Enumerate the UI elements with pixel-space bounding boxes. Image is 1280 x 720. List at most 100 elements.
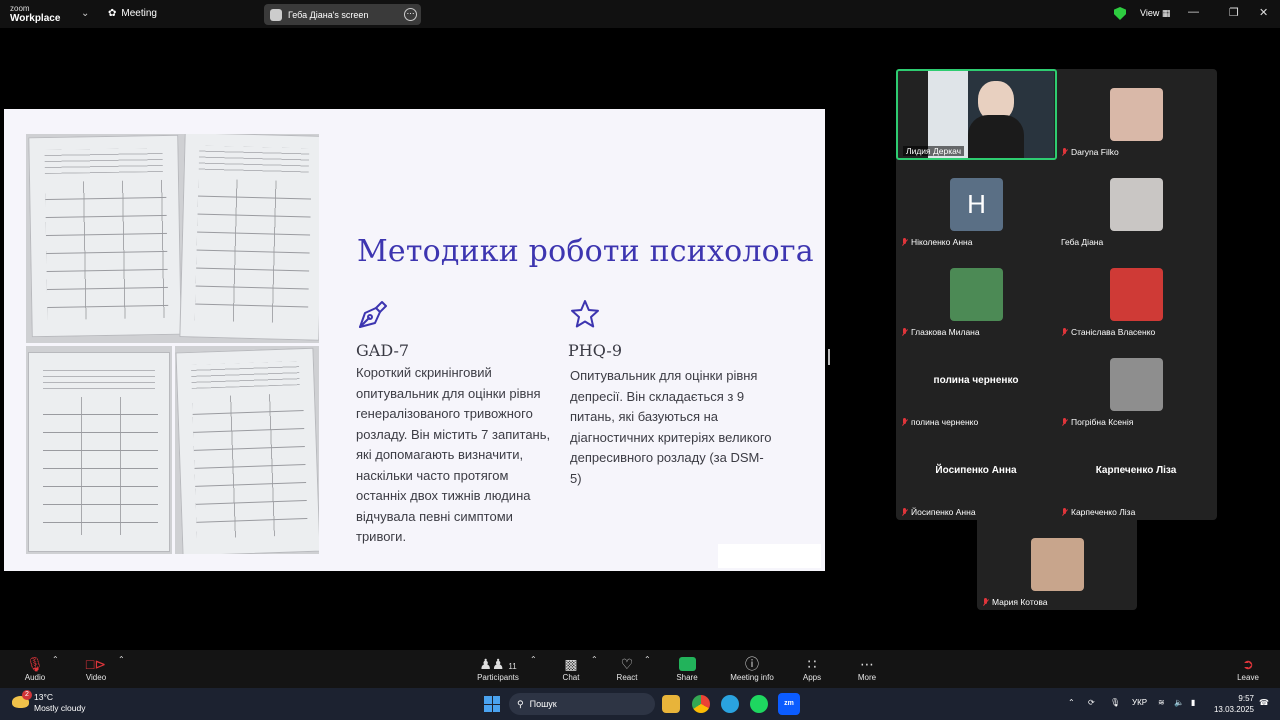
meeting-toolbar: 🎙 Audio ⌃ □⊳ Video ⌃ ♟♟ 11 Participants … — [0, 650, 1280, 688]
zoom-logo: zoom Workplace — [10, 4, 61, 24]
chevron-up-icon[interactable]: ⌃ — [644, 655, 651, 664]
avatar — [1110, 178, 1163, 231]
search-icon: ⚲ — [517, 698, 524, 709]
security-shield-icon[interactable] — [1114, 7, 1126, 20]
weather-condition: Mostly cloudy — [34, 703, 86, 713]
avatar — [1110, 358, 1163, 411]
info-icon: ⓘ — [745, 656, 759, 672]
mic-muted-icon — [1061, 147, 1068, 157]
pen-icon — [359, 301, 387, 328]
participant-tile[interactable]: Станіслава Власенко — [1056, 249, 1216, 339]
participant-display-name: Карпеченко Ліза — [1095, 465, 1177, 476]
split-resize-handle[interactable] — [828, 349, 830, 365]
gad7-heading: GAD-7 — [356, 341, 410, 360]
chevron-up-icon[interactable]: ⌃ — [1068, 698, 1075, 707]
questionnaire-photo-1 — [26, 134, 319, 343]
view-button[interactable]: View ▦ — [1140, 8, 1170, 19]
phq9-heading: PHQ-9 — [568, 341, 623, 360]
participant-name: Карпеченко Ліза — [1071, 507, 1136, 517]
participant-name: Daryna Filko — [1071, 147, 1119, 157]
chevron-up-icon[interactable]: ⌃ — [530, 655, 537, 664]
participant-name: полина черненко — [911, 417, 979, 427]
apps-icon: ∷ — [807, 656, 817, 672]
leave-button[interactable]: ➲ Leave — [1218, 655, 1278, 682]
participant-tile[interactable]: Лидия Деркач — [896, 69, 1057, 160]
avatar — [1110, 268, 1163, 321]
meeting-info-button[interactable]: ⓘ Meeting info — [722, 655, 782, 682]
participant-tile[interactable]: полина черненко полина черненко — [896, 339, 1056, 429]
more-options-icon[interactable]: ⋯ — [404, 8, 417, 21]
gad7-description: Короткий скринінговий опитувальник для о… — [356, 365, 551, 544]
video-button[interactable]: □⊳ Video — [66, 655, 126, 682]
participant-name: Лидия Деркач — [906, 146, 962, 156]
chrome-icon[interactable] — [692, 695, 710, 713]
windows-taskbar: 2 13°C Mostly cloudy ⚲ Пошук zm ⌃ ⟳ 🎙 УК… — [0, 688, 1280, 720]
participant-tile[interactable]: Карпеченко Ліза Карпеченко Ліза — [1056, 429, 1216, 519]
apps-button[interactable]: ∷ Apps — [782, 655, 842, 682]
participant-gallery: Лидия Деркач Daryna Filko Н Ніколенко Ан… — [896, 69, 1217, 520]
mic-muted-icon — [901, 417, 908, 427]
participant-tile[interactable]: Мария Котова — [977, 519, 1137, 610]
questionnaire-photo-3 — [175, 346, 319, 554]
participant-tile[interactable]: Погрібна Ксенія — [1056, 339, 1216, 429]
mic-muted-icon — [901, 507, 908, 517]
shared-screen-slide: Методики роботи психолога GAD-7 Короткий… — [4, 109, 825, 571]
participant-video — [928, 71, 1054, 158]
sync-icon[interactable]: ⟳ — [1088, 698, 1095, 707]
chevron-up-icon[interactable]: ⌃ — [118, 655, 125, 664]
questionnaire-photo-2 — [26, 346, 172, 554]
notification-badge: 2 — [22, 690, 32, 700]
spotify-icon[interactable] — [750, 695, 768, 713]
participant-display-name: полина черненко — [933, 375, 1019, 386]
windows-start-icon[interactable] — [484, 696, 500, 712]
minimize-icon[interactable]: — — [1188, 6, 1199, 18]
participant-name: Геба Діана — [1061, 237, 1104, 247]
screen-owner-avatar — [270, 8, 282, 21]
volume-icon[interactable]: 🔈 — [1174, 698, 1184, 707]
participant-tile[interactable]: Daryna Filko — [1056, 69, 1216, 159]
avatar — [1031, 538, 1084, 591]
participant-tile[interactable]: Йосипенко Анна Йосипенко Анна — [896, 429, 1056, 519]
taskbar-search[interactable]: ⚲ Пошук — [509, 693, 655, 715]
participant-tile[interactable]: Глазкова Милана — [896, 249, 1056, 339]
language-indicator[interactable]: УКР — [1132, 698, 1147, 707]
avatar — [1110, 88, 1163, 141]
more-button[interactable]: ⋯ More — [837, 655, 897, 682]
participant-name: Ніколенко Анна — [911, 237, 973, 247]
mic-muted-icon — [1061, 507, 1068, 517]
participant-display-name: Йосипенко Анна — [935, 465, 1017, 476]
mic-muted-icon — [982, 597, 989, 607]
participant-name: Мария Котова — [992, 597, 1048, 607]
chevron-down-icon[interactable]: ⌄ — [81, 8, 89, 19]
microphone-icon[interactable]: 🎙 — [1110, 698, 1120, 707]
share-button[interactable]: Share — [657, 655, 717, 682]
phq9-description: Опитувальник для оцінки рівня депресії. … — [570, 368, 772, 486]
telegram-icon[interactable] — [721, 695, 739, 713]
zoom-taskbar-icon[interactable]: zm — [778, 693, 800, 715]
restore-icon[interactable]: ❐ — [1229, 6, 1239, 19]
avatar — [950, 268, 1003, 321]
share-screen-icon — [678, 657, 696, 671]
screen-share-label: Геба Діана's screen — [288, 9, 369, 20]
temperature: 13°C — [34, 692, 53, 702]
more-icon: ⋯ — [860, 656, 874, 672]
close-icon[interactable]: ✕ — [1259, 6, 1268, 19]
avatar: Н — [950, 178, 1003, 231]
notifications-bell-icon[interactable]: ☎ — [1259, 698, 1269, 707]
window-title-bar: zoom Workplace ⌄ ✿ Meeting Геба Діана's … — [0, 0, 1280, 28]
video-off-icon: □⊳ — [85, 656, 107, 672]
participant-tile[interactable]: Н Ніколенко Анна — [896, 159, 1056, 249]
mic-muted-icon — [1061, 327, 1068, 337]
wifi-icon[interactable]: ≋ — [1158, 698, 1165, 707]
participant-name: Глазкова Милана — [911, 327, 980, 337]
screen-share-indicator[interactable]: Геба Діана's screen ⋯ — [264, 4, 421, 25]
chevron-up-icon[interactable]: ⌃ — [52, 655, 59, 664]
participant-name: Станіслава Власенко — [1071, 327, 1156, 337]
file-explorer-icon[interactable] — [662, 695, 680, 713]
participants-button[interactable]: ♟♟ 11 Participants — [468, 655, 528, 682]
participant-tile[interactable]: Геба Діана — [1056, 159, 1216, 249]
clock[interactable]: 9:57 13.03.2025 — [1212, 693, 1254, 715]
meeting-menu[interactable]: ✿ Meeting — [108, 8, 157, 19]
battery-icon[interactable]: ▮ — [1191, 698, 1195, 707]
mic-muted-icon — [901, 327, 908, 337]
